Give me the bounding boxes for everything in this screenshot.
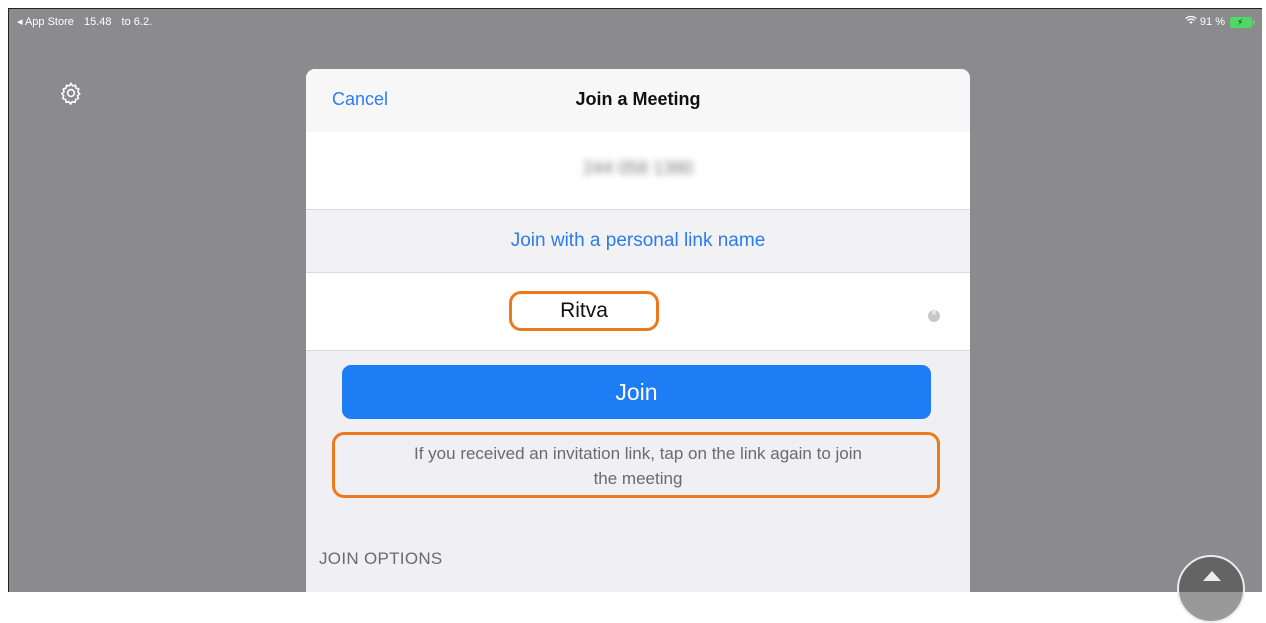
invitation-hint-box: If you received an invitation link, tap … bbox=[332, 432, 940, 498]
app-screen: ◂ App Store 15.48 to 6.2. 91 % ⚡ Cancel … bbox=[8, 8, 1262, 592]
battery-percent: 91 % bbox=[1199, 16, 1225, 28]
join-options-header: JOIN OPTIONS bbox=[319, 549, 443, 568]
status-right: 91 % ⚡ bbox=[1185, 9, 1255, 35]
dialog-navigation-bar: Cancel Join a Meeting bbox=[306, 69, 970, 133]
status-time: 15.48 bbox=[83, 16, 112, 28]
join-button[interactable]: Join bbox=[342, 365, 931, 419]
meeting-id-row[interactable]: 244 058 1380 bbox=[306, 132, 970, 210]
status-date: to 6.2. bbox=[121, 16, 153, 28]
join-meeting-dialog: Cancel Join a Meeting 244 058 1380 Join … bbox=[306, 69, 970, 592]
invitation-hint-text: If you received an invitation link, tap … bbox=[414, 444, 862, 488]
name-row bbox=[306, 272, 970, 351]
display-name-input[interactable] bbox=[509, 291, 659, 331]
status-left: ◂ App Store 15.48 to 6.2. bbox=[17, 9, 159, 35]
wifi-icon bbox=[1185, 9, 1197, 35]
personal-link-row: Join with a personal link name bbox=[306, 210, 970, 272]
back-to-app-link[interactable]: ◂ App Store bbox=[17, 16, 74, 28]
clear-circle-icon[interactable] bbox=[928, 307, 940, 322]
meeting-id-field[interactable]: 244 058 1380 bbox=[306, 158, 970, 179]
dialog-title: Join a Meeting bbox=[575, 89, 701, 109]
join-with-personal-link-button[interactable]: Join with a personal link name bbox=[306, 230, 970, 252]
status-bar: ◂ App Store 15.48 to 6.2. 91 % ⚡ bbox=[9, 9, 1262, 35]
assistive-touch-button[interactable] bbox=[1177, 555, 1245, 623]
gear-icon[interactable] bbox=[59, 81, 83, 106]
battery-charging-icon: ⚡ bbox=[1230, 16, 1255, 28]
